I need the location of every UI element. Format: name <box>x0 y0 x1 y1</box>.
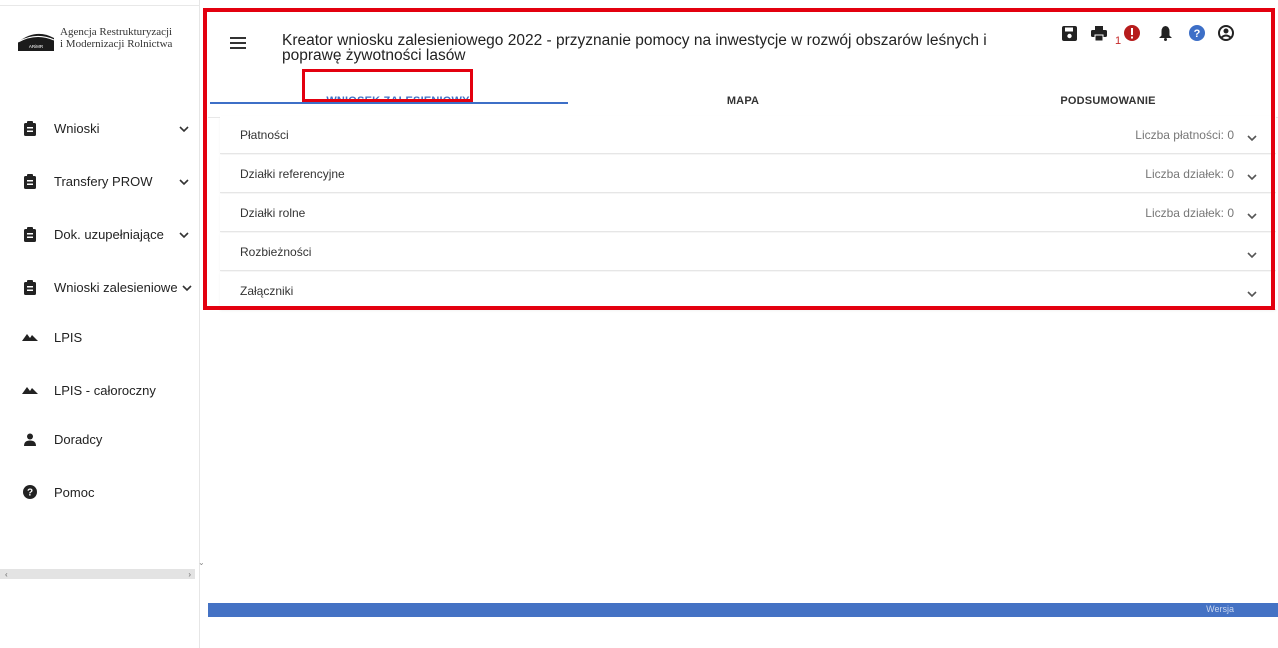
chevron-down-icon[interactable] <box>1246 130 1258 142</box>
help-icon[interactable]: ? <box>1188 24 1206 42</box>
sidebar-item-label: LPIS <box>54 329 83 345</box>
sidebar-top-divider <box>0 0 200 6</box>
panel-count: Liczba płatności: 0 <box>1135 128 1234 142</box>
terrain-icon <box>22 329 38 345</box>
svg-text:?: ? <box>1194 28 1201 40</box>
panel-title: Działki rolne <box>240 206 306 220</box>
sidebar-item-transfery-prow[interactable]: Transfery PROW <box>0 161 200 201</box>
panel-title: Działki referencyjne <box>240 167 345 181</box>
tab-podsumowanie[interactable]: PODSUMOWANIE <box>1008 86 1208 117</box>
page-title: Kreator wniosku zalesieniowego 2022 - pr… <box>282 32 987 64</box>
chevron-down-icon[interactable] <box>1246 286 1258 298</box>
footer-bar: Wersja <box>208 603 1278 617</box>
chevron-down-icon[interactable] <box>1246 208 1258 220</box>
sidebar-item-doradcy[interactable]: Doradcy <box>0 419 200 459</box>
chevron-down-icon[interactable] <box>178 175 190 187</box>
bell-icon[interactable] <box>1156 24 1174 42</box>
sidebar-item-label: Wnioski zalesieniowe <box>54 279 178 295</box>
sidebar-item-label: Doradcy <box>54 431 103 447</box>
sidebar-item-wnioski-zalesieniowe[interactable]: Wnioski zalesieniowe <box>0 267 200 307</box>
panel-dzialki-rolne[interactable]: Działki rolne Liczba działek: 0 <box>220 194 1276 232</box>
clipboard-icon <box>22 279 38 295</box>
chevron-down-icon[interactable] <box>178 122 190 134</box>
error-count-badge: 1 <box>1115 35 1122 47</box>
panel-title: Załączniki <box>240 284 294 298</box>
chevron-down-icon[interactable] <box>1246 247 1258 259</box>
sidebar-item-lpis-caloroczny[interactable]: LPIS - całoroczny <box>0 370 200 410</box>
chevron-down-icon[interactable] <box>181 281 193 293</box>
terrain-icon <box>22 382 38 398</box>
sidebar-item-pomoc[interactable]: ? Pomoc <box>0 472 200 512</box>
panel-count: Liczba działek: 0 <box>1145 206 1234 220</box>
sidebar-item-label: Pomoc <box>54 484 95 500</box>
main-content: Kreator wniosku zalesieniowego 2022 - pr… <box>208 0 1278 648</box>
help-icon: ? <box>22 484 38 500</box>
sidebar-item-dok-uzupelniajace[interactable]: Dok. uzupełniające <box>0 214 200 254</box>
menu-icon[interactable] <box>230 37 246 49</box>
clipboard-icon <box>22 226 38 242</box>
sidebar-horizontal-scrollbar[interactable]: ‹ › <box>0 569 195 579</box>
sidebar-item-label: Wnioski <box>54 120 100 136</box>
sidebar-item-lpis[interactable]: LPIS <box>0 317 200 357</box>
scroll-right-icon[interactable]: › <box>188 570 191 579</box>
agency-name-line1: Agencja Restrukturyzacji <box>60 26 173 38</box>
logo-mark-text: ARiMR <box>29 44 44 49</box>
error-icon[interactable] <box>1123 24 1141 42</box>
sidebar-item-label: Dok. uzupełniające <box>54 226 164 242</box>
panel-zalaczniki[interactable]: Załączniki <box>220 272 1276 310</box>
scroll-down-icon[interactable]: ⌄ <box>198 558 205 567</box>
chevron-down-icon[interactable] <box>178 228 190 240</box>
agency-logo-mark: ARiMR <box>17 26 55 51</box>
active-tab-indicator <box>210 102 568 104</box>
clipboard-icon <box>22 120 38 136</box>
print-icon[interactable] <box>1090 24 1108 42</box>
agency-logo[interactable]: ARiMR Agencja Restrukturyzacji i Moderni… <box>17 26 172 51</box>
panel-rozbieznosci[interactable]: Rozbieżności <box>220 233 1276 271</box>
chevron-down-icon[interactable] <box>1246 169 1258 181</box>
sidebar-item-wnioski[interactable]: Wnioski <box>0 108 200 148</box>
agency-name: Agencja Restrukturyzacji i Modernizacji … <box>60 26 172 50</box>
agency-name-line2: i Modernizacji Rolnictwa <box>60 38 173 50</box>
app-header: Kreator wniosku zalesieniowego 2022 - pr… <box>208 14 1278 118</box>
panel-title: Rozbieżności <box>240 245 312 259</box>
sidebar-item-label: Transfery PROW <box>54 173 153 189</box>
person-icon <box>22 431 38 447</box>
sidebar: ARiMR Agencja Restrukturyzacji i Moderni… <box>0 0 200 648</box>
clipboard-icon <box>22 173 38 189</box>
svg-text:?: ? <box>27 488 33 499</box>
scroll-left-icon[interactable]: ‹ <box>5 570 8 579</box>
account-icon[interactable] <box>1217 24 1235 42</box>
tab-mapa[interactable]: MAPA <box>643 86 843 117</box>
panel-dzialki-referencyjne[interactable]: Działki referencyjne Liczba działek: 0 <box>220 155 1276 193</box>
save-icon[interactable] <box>1060 24 1078 42</box>
panel-platnosci[interactable]: Płatności Liczba płatności: 0 <box>220 116 1276 154</box>
footer-version-text: Wersja <box>1206 604 1234 614</box>
panel-count: Liczba działek: 0 <box>1145 167 1234 181</box>
panel-title: Płatności <box>240 128 289 142</box>
sidebar-item-label: LPIS - całoroczny <box>54 382 156 398</box>
